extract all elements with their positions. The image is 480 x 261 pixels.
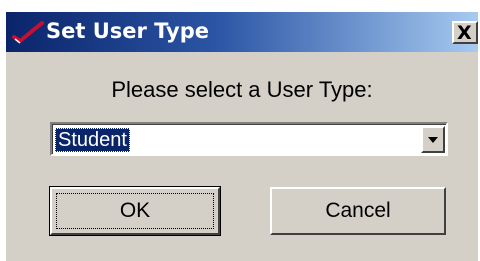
ok-button[interactable]: OK bbox=[49, 186, 221, 236]
prompt-label: Please select a User Type: bbox=[111, 77, 373, 102]
title-bar[interactable]: Set User Type X bbox=[6, 12, 478, 52]
check-mark-icon bbox=[12, 20, 44, 46]
user-type-select[interactable]: Student bbox=[50, 122, 448, 156]
focus-rectangle bbox=[56, 193, 214, 229]
close-icon: X bbox=[457, 22, 472, 44]
cancel-button-label: Cancel bbox=[325, 199, 391, 222]
close-button[interactable]: X bbox=[452, 21, 478, 44]
dialog-title: Set User Type bbox=[46, 19, 209, 43]
set-user-type-dialog: Set User Type X Please select a User Typ… bbox=[4, 10, 478, 261]
dropdown-button[interactable] bbox=[421, 126, 445, 153]
cancel-button[interactable]: Cancel bbox=[270, 187, 446, 235]
chevron-down-icon bbox=[428, 137, 438, 143]
user-type-select-field[interactable]: Student bbox=[52, 124, 446, 154]
user-type-selected-value[interactable]: Student bbox=[55, 128, 130, 152]
